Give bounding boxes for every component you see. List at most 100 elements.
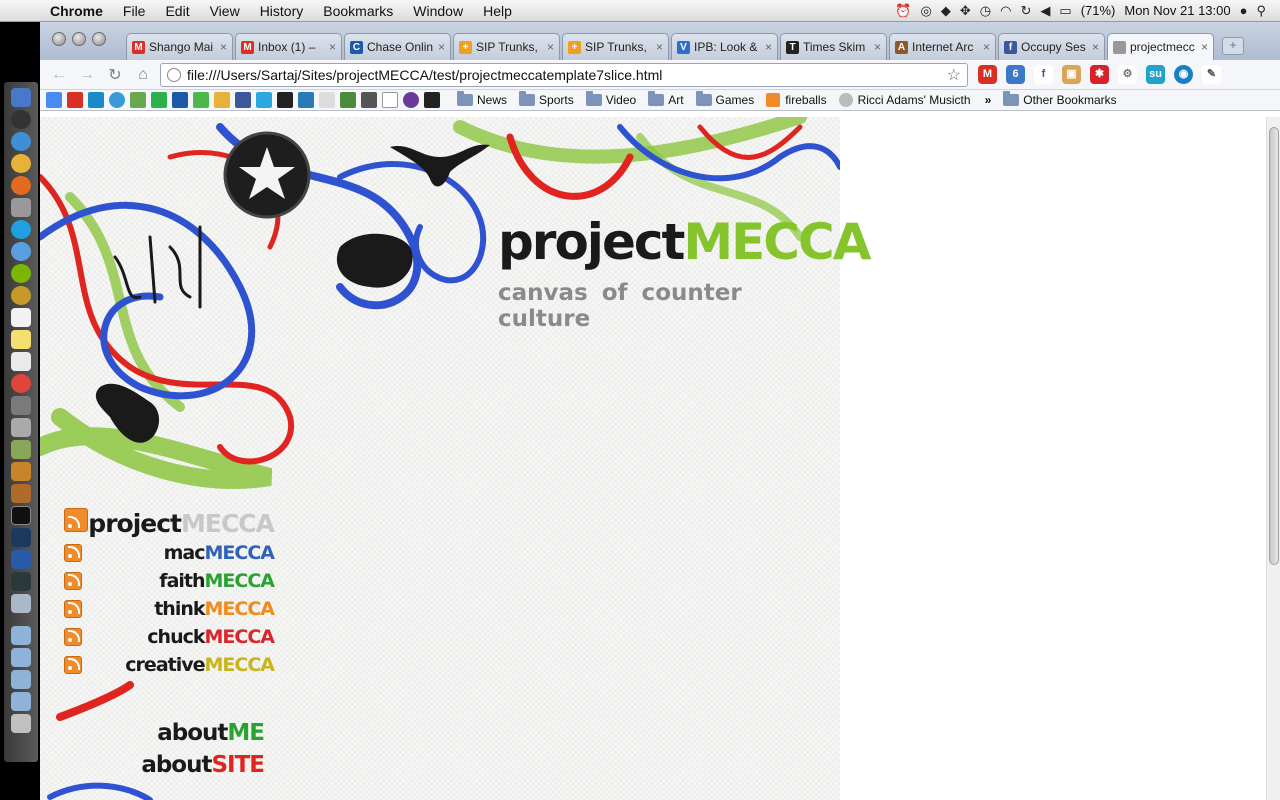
reload-icon[interactable]: ↻ bbox=[104, 65, 126, 85]
user-icon[interactable]: ● bbox=[1240, 3, 1248, 18]
help-icon[interactable] bbox=[11, 374, 31, 393]
minimize-window-button[interactable] bbox=[72, 32, 86, 46]
rss-icon[interactable] bbox=[64, 600, 82, 618]
word-icon[interactable] bbox=[11, 550, 31, 569]
menu-edit[interactable]: Edit bbox=[155, 3, 199, 19]
bookmark-musictheory[interactable]: Ricci Adams' Musicth bbox=[838, 93, 971, 107]
browser-tab[interactable]: + SIP Trunks, × bbox=[453, 33, 560, 60]
chrome-icon[interactable] bbox=[11, 154, 31, 173]
calculator-icon[interactable] bbox=[11, 396, 31, 415]
battery-icon[interactable]: ▭ bbox=[1059, 3, 1071, 19]
browser-tab[interactable]: T Times Skim × bbox=[780, 33, 887, 60]
bookmark-folder-news[interactable]: News bbox=[457, 91, 507, 107]
bookmark-folder-art[interactable]: Art bbox=[648, 91, 684, 107]
safari-icon[interactable] bbox=[11, 132, 31, 151]
browser-tab[interactable]: f Occupy Ses × bbox=[998, 33, 1105, 60]
peace-bookmark-icon[interactable] bbox=[403, 92, 419, 108]
browser-tab[interactable]: C Chase Onlin × bbox=[344, 33, 451, 60]
spotlight-icon[interactable]: ⚲ bbox=[1256, 3, 1266, 19]
chevron-more-icon[interactable]: » bbox=[985, 93, 992, 107]
move-icon[interactable]: ✥ bbox=[960, 3, 971, 19]
four-bookmark-icon[interactable] bbox=[88, 92, 104, 108]
guitar-icon[interactable] bbox=[11, 484, 31, 503]
circle-extension-icon[interactable]: ◉ bbox=[1174, 65, 1193, 84]
applications-folder-icon[interactable] bbox=[11, 626, 31, 645]
twitter-bookmark-icon[interactable] bbox=[256, 92, 272, 108]
feed-label[interactable]: chuckMECCA bbox=[147, 626, 275, 648]
browser-tab[interactable]: V IPB: Look & × bbox=[671, 33, 778, 60]
new-tab-button[interactable]: + bbox=[1222, 37, 1244, 55]
os-icon[interactable]: ◎ bbox=[921, 3, 932, 19]
menu-help[interactable]: Help bbox=[473, 3, 522, 19]
transmission-icon[interactable] bbox=[11, 198, 31, 217]
menu-clock[interactable]: Mon Nov 21 13:00 bbox=[1124, 3, 1230, 18]
browser-tab[interactable]: A Internet Arc × bbox=[889, 33, 996, 60]
bookmark-folder-other[interactable]: Other Bookmarks bbox=[1003, 91, 1117, 107]
bird-icon[interactable] bbox=[11, 440, 31, 459]
rss-icon[interactable] bbox=[64, 656, 82, 674]
microphone-icon[interactable] bbox=[11, 418, 31, 437]
close-window-button[interactable] bbox=[52, 32, 66, 46]
documents-folder-icon[interactable] bbox=[11, 648, 31, 667]
bb-bookmark-icon[interactable] bbox=[361, 92, 377, 108]
m-bookmark-icon[interactable] bbox=[424, 92, 440, 108]
address-bar[interactable]: file:///Users/Sartaj/Sites/projectMECCA/… bbox=[160, 62, 968, 87]
mo-bookmark-icon[interactable] bbox=[319, 92, 335, 108]
package-icon[interactable]: ▣ bbox=[1062, 65, 1081, 84]
downloads-folder-icon[interactable] bbox=[11, 670, 31, 689]
calendar-icon[interactable] bbox=[11, 308, 31, 327]
menu-window[interactable]: Window bbox=[403, 3, 473, 19]
cup-icon[interactable] bbox=[11, 462, 31, 481]
map-bookmark-icon[interactable] bbox=[214, 92, 230, 108]
clock-app-icon[interactable] bbox=[11, 286, 31, 305]
browser-tab[interactable]: M Inbox (1) – × bbox=[235, 33, 342, 60]
browser-tab[interactable]: + SIP Trunks, × bbox=[562, 33, 669, 60]
finder-icon[interactable] bbox=[11, 88, 31, 107]
feed-link[interactable]: faithMECCA bbox=[64, 567, 275, 595]
tab-close-icon[interactable]: × bbox=[1201, 40, 1208, 54]
tab-close-icon[interactable]: × bbox=[438, 40, 445, 54]
google-bookmark-icon[interactable] bbox=[46, 92, 62, 108]
chase-bookmark-icon[interactable] bbox=[172, 92, 188, 108]
feed-label[interactable]: faithMECCA bbox=[159, 570, 275, 592]
activity-monitor-icon[interactable] bbox=[11, 572, 31, 591]
menu-app-name[interactable]: Chrome bbox=[40, 3, 113, 19]
forward-arrow-icon[interactable]: → bbox=[76, 66, 98, 84]
evernote-bookmark-icon[interactable] bbox=[130, 92, 146, 108]
wifi-icon[interactable]: ◠ bbox=[1000, 3, 1011, 19]
feed-link[interactable]: creativeMECCA bbox=[64, 651, 275, 679]
page-info-icon[interactable] bbox=[167, 67, 181, 82]
myspace-bookmark-icon[interactable] bbox=[277, 92, 293, 108]
facebook-extension-icon[interactable]: f bbox=[1034, 65, 1053, 84]
photoshop-icon[interactable] bbox=[11, 528, 31, 547]
scrollbar-thumb[interactable] bbox=[1269, 127, 1279, 565]
back-arrow-icon[interactable]: ← bbox=[48, 66, 70, 84]
alarm-clock-icon[interactable]: ⏰ bbox=[895, 3, 911, 19]
tab-close-icon[interactable]: × bbox=[1092, 40, 1099, 54]
bookmark-folder-games[interactable]: Games bbox=[695, 91, 754, 107]
tab-close-icon[interactable]: × bbox=[983, 40, 990, 54]
trash-icon[interactable] bbox=[11, 714, 31, 733]
tab-close-icon[interactable]: × bbox=[874, 40, 881, 54]
textedit-icon[interactable] bbox=[11, 352, 31, 371]
rss-icon[interactable] bbox=[64, 544, 82, 562]
wikipedia-bookmark-icon[interactable] bbox=[382, 92, 398, 108]
gmail-checker-icon[interactable]: M bbox=[978, 65, 997, 84]
wrench-icon[interactable]: ✎ bbox=[1202, 65, 1221, 84]
bookmark-folder-video[interactable]: Video bbox=[585, 91, 636, 107]
home-icon[interactable]: ⌂ bbox=[132, 66, 154, 84]
address-url[interactable]: file:///Users/Sartaj/Sites/projectMECCA/… bbox=[187, 67, 947, 83]
tab-close-icon[interactable]: × bbox=[547, 40, 554, 54]
feed-link[interactable]: chuckMECCA bbox=[64, 623, 275, 651]
rss-icon[interactable] bbox=[64, 572, 82, 590]
feed-label[interactable]: projectMECCA bbox=[88, 509, 275, 538]
browser-tab[interactable]: projectmecc × bbox=[1107, 33, 1214, 60]
preview-icon[interactable] bbox=[11, 594, 31, 613]
feed-label[interactable]: thinkMECCA bbox=[154, 598, 275, 620]
volume-icon[interactable]: ◀ bbox=[1040, 3, 1050, 19]
bookmark-folder-sports[interactable]: Sports bbox=[519, 91, 574, 107]
zoom-window-button[interactable] bbox=[92, 32, 106, 46]
leaf-bookmark-icon[interactable] bbox=[193, 92, 209, 108]
about-site-link[interactable]: aboutSITE bbox=[110, 749, 265, 781]
feed-link[interactable]: projectMECCA bbox=[64, 507, 275, 539]
